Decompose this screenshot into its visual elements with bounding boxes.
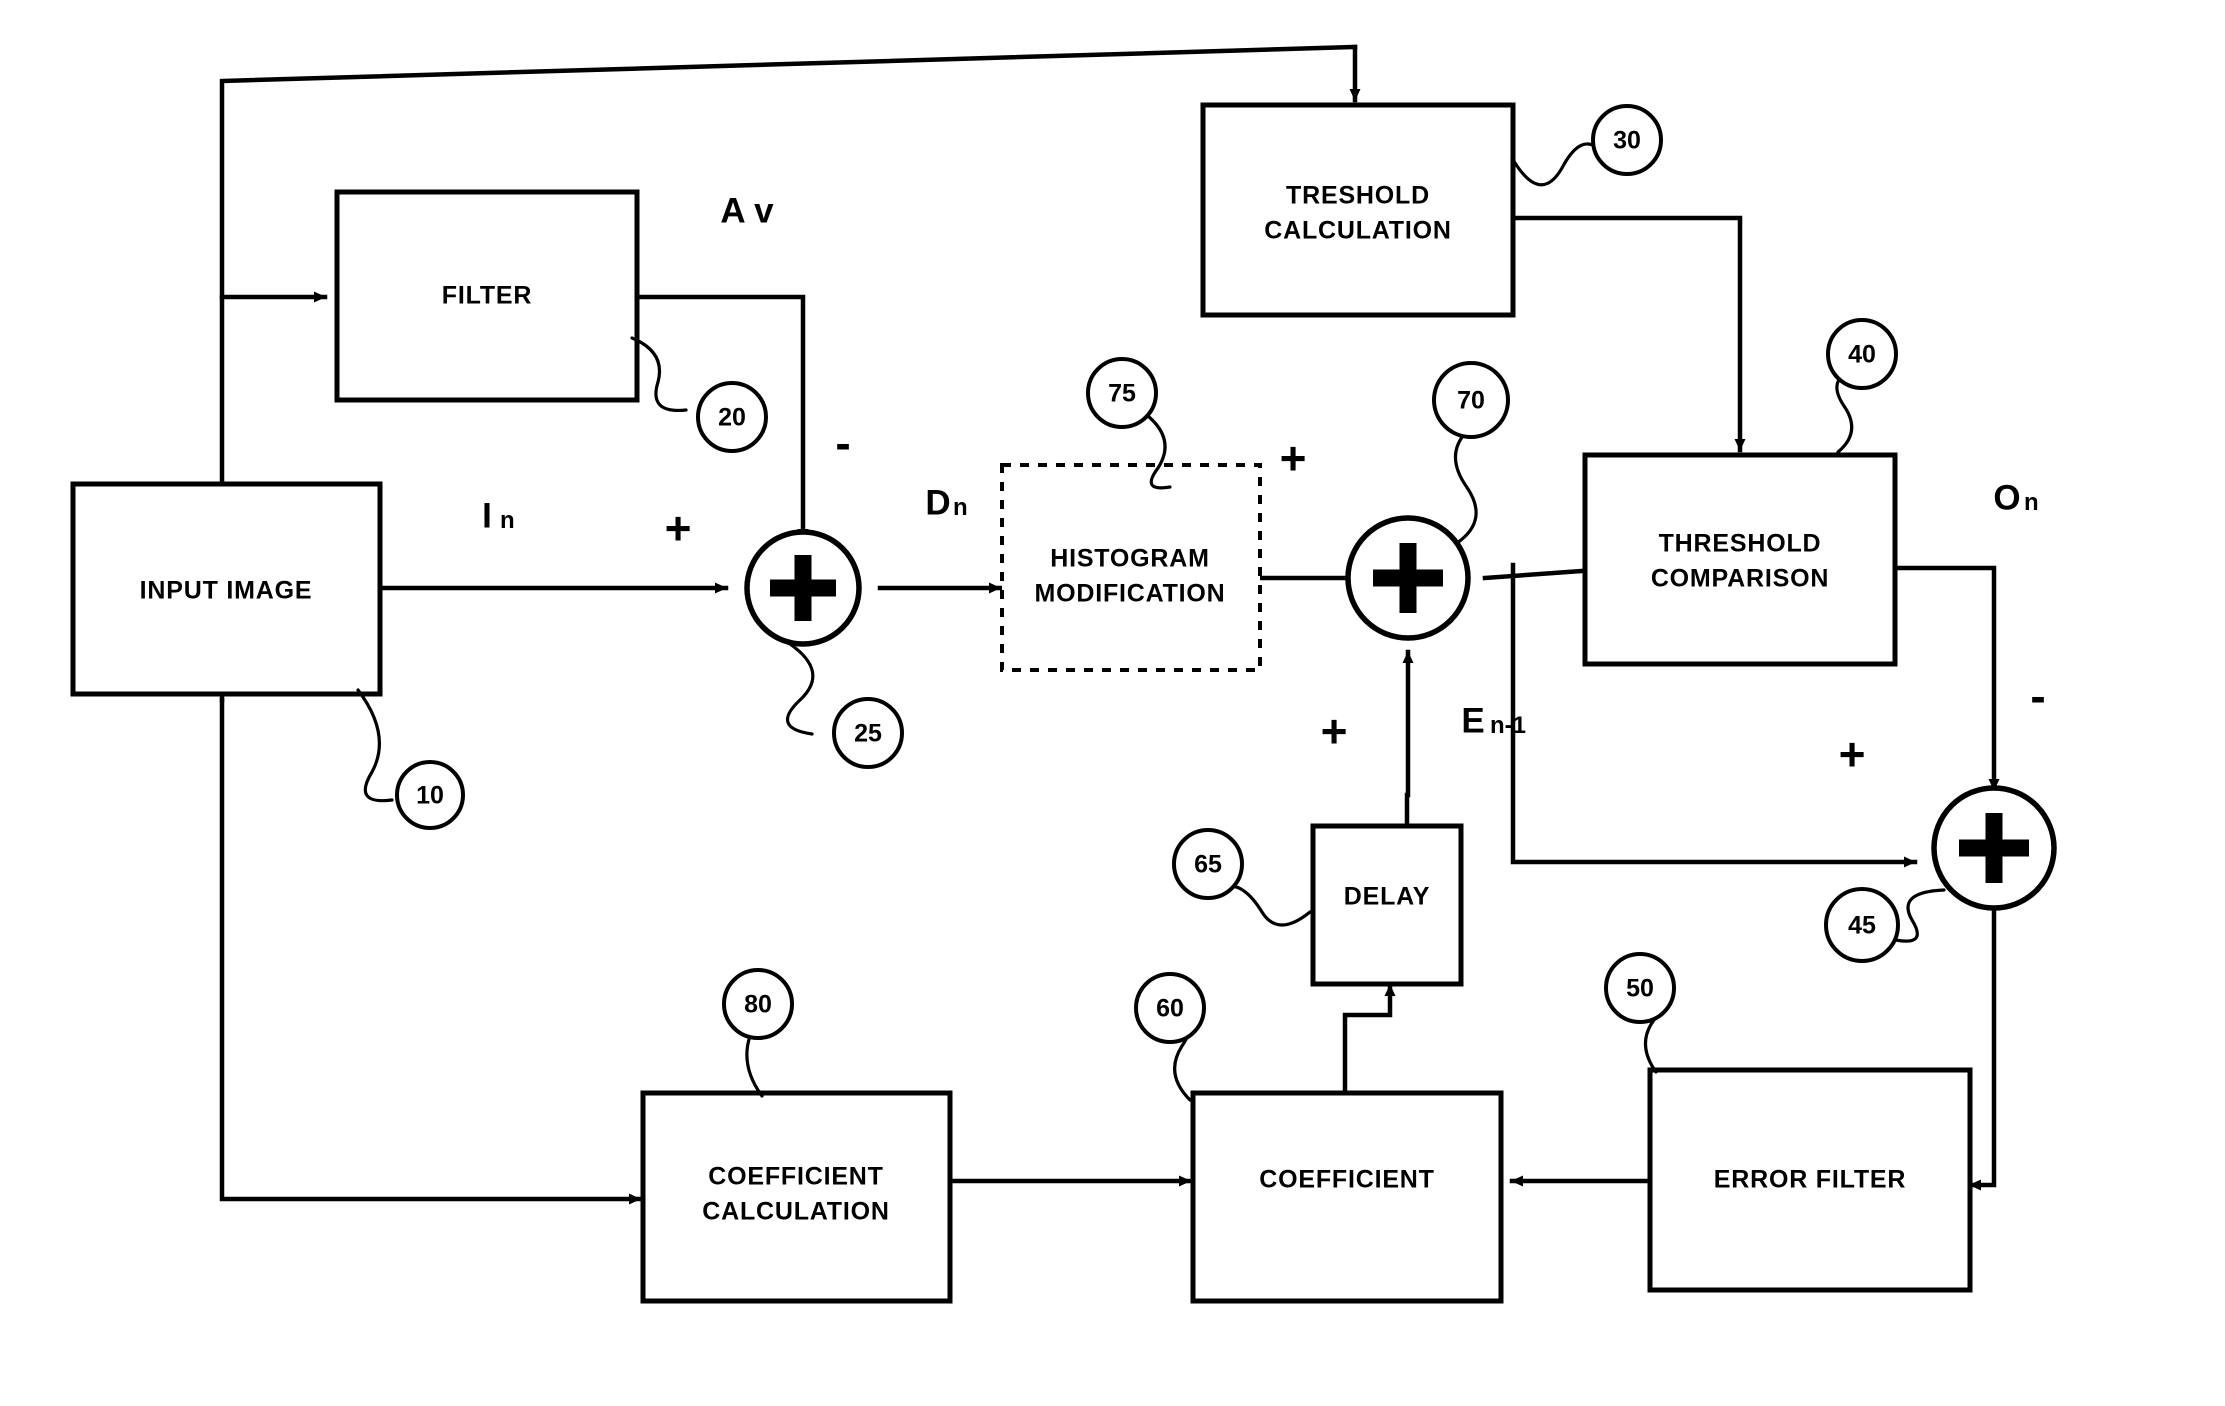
ref-number-65: 65	[1194, 851, 1222, 879]
ref-number-70: 70	[1457, 387, 1485, 415]
wire-sum45-to-errorfilter	[1967, 905, 1997, 1191]
ref-number-25: 25	[854, 720, 882, 748]
block-treshold-calculation[interactable]: TRESHOLD CALCULATION	[1200, 102, 1516, 318]
block-filter[interactable]: FILTER	[334, 189, 640, 403]
ref-callout-10: 10	[356, 688, 465, 830]
wire-comparison-output-on	[1892, 565, 2000, 793]
block-threshold-comparison-label-1: THRESHOLD	[1659, 530, 1822, 558]
block-histogram-modification[interactable]: HISTOGRAM MODIFICATION	[1000, 463, 1262, 672]
signal-label-on: O n	[1993, 478, 2038, 517]
operator-minus-sum25: -	[835, 417, 850, 469]
ref-number-40: 40	[1848, 341, 1876, 369]
signal-label-in-base: I	[482, 496, 492, 535]
ref-callout-70: 70	[1432, 361, 1510, 545]
ref-callout-45: 45	[1824, 887, 1946, 963]
operator-plus-sum45: +	[1839, 728, 1866, 780]
signal-label-dn: D n	[925, 483, 967, 522]
block-threshold-comparison[interactable]: THRESHOLD COMPARISON	[1582, 452, 1898, 667]
wire-coefficient-to-delay	[1342, 982, 1396, 1096]
block-coefficient-calculation[interactable]: COEFFICIENT CALCULATION	[640, 1090, 953, 1304]
ref-callout-20: 20	[630, 336, 768, 453]
signal-label-in-sub: n	[500, 507, 515, 534]
ref-number-75: 75	[1108, 380, 1136, 408]
operator-plus-sum70-bottom: +	[1321, 705, 1348, 757]
summing-node-25[interactable]	[744, 529, 862, 647]
block-coefficient-calculation-label-1: COEFFICIENT	[708, 1163, 883, 1191]
diagram-canvas: INPUT IMAGE 10 FILTER 20 TRESHOLD CALCUL…	[0, 0, 2225, 1406]
ref-number-50: 50	[1626, 975, 1654, 1003]
block-error-filter[interactable]: ERROR FILTER	[1647, 1067, 1973, 1293]
block-input-image[interactable]: INPUT IMAGE	[70, 481, 383, 697]
ref-number-10: 10	[416, 782, 444, 810]
signal-label-in: I n	[482, 496, 515, 535]
signal-label-on-base: O	[1993, 478, 2020, 517]
block-threshold-comparison-label-2: COMPARISON	[1651, 565, 1829, 593]
ref-number-60: 60	[1156, 995, 1184, 1023]
signal-label-av: A v	[720, 191, 774, 230]
ref-callout-50: 50	[1604, 952, 1676, 1074]
operator-plus-sum70-top: +	[1280, 432, 1307, 484]
block-coefficient[interactable]: COEFFICIENT	[1190, 1090, 1504, 1304]
ref-number-45: 45	[1848, 912, 1876, 940]
signal-label-on-sub: n	[2024, 489, 2039, 516]
block-diagram-svg: INPUT IMAGE 10 FILTER 20 TRESHOLD CALCUL…	[70, 44, 2057, 1304]
ref-number-20: 20	[718, 404, 746, 432]
ref-number-80: 80	[744, 991, 772, 1019]
block-input-image-label: INPUT IMAGE	[140, 577, 313, 605]
block-histogram-modification-label-1: HISTOGRAM	[1050, 545, 1210, 573]
ref-callout-65: 65	[1172, 828, 1312, 927]
block-treshold-calculation-label-1: TRESHOLD	[1286, 182, 1430, 210]
wire-delay-to-sum70	[1402, 649, 1414, 836]
block-coefficient-calculation-label-2: CALCULATION	[702, 1198, 889, 1226]
signal-label-dn-base: D	[925, 483, 950, 522]
signal-label-en1: E n-1	[1461, 701, 1526, 740]
ref-callout-60: 60	[1134, 972, 1206, 1102]
wire-tresholdcalc-to-comparison	[1509, 215, 1746, 453]
block-coefficient-label: COEFFICIENT	[1259, 1166, 1434, 1194]
ref-callout-30: 30	[1510, 104, 1663, 187]
signal-label-en1-base: E	[1461, 701, 1484, 740]
wire-sum70-to-threshold-comparison	[1482, 565, 1598, 581]
signal-label-dn-sub: n	[953, 494, 968, 521]
ref-callout-80: 80	[722, 968, 794, 1098]
operator-minus-sum45: -	[2030, 670, 2045, 722]
summing-node-70[interactable]	[1345, 515, 1471, 641]
operator-plus-sum25: +	[665, 502, 692, 554]
ref-callout-25: 25	[785, 642, 904, 769]
block-delay[interactable]: DELAY	[1310, 823, 1464, 987]
ref-callout-40: 40	[1826, 318, 1898, 454]
block-filter-label: FILTER	[442, 282, 532, 310]
block-treshold-calculation-label-2: CALCULATION	[1264, 217, 1451, 245]
block-error-filter-label: ERROR FILTER	[1714, 1166, 1906, 1194]
signal-label-en1-sub: n-1	[1490, 712, 1526, 739]
ref-number-30: 30	[1613, 127, 1641, 155]
block-histogram-modification-label-2: MODIFICATION	[1034, 580, 1225, 608]
summing-node-45[interactable]	[1931, 785, 2057, 911]
block-delay-label: DELAY	[1344, 883, 1430, 911]
